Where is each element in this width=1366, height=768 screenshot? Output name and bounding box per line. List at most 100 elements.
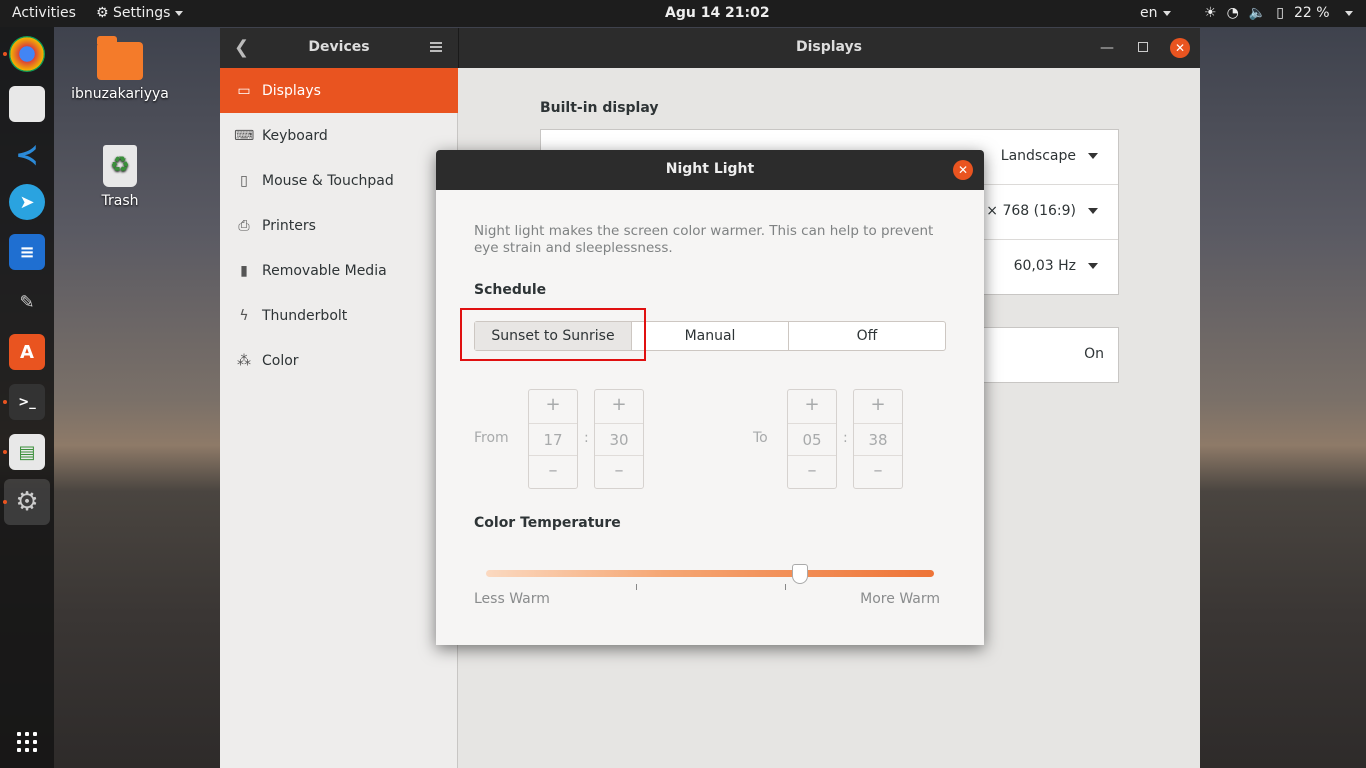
to-label: To: [753, 430, 768, 446]
to-minute-spinner[interactable]: + 38 –: [853, 389, 903, 489]
sidebar-title: Devices: [308, 39, 370, 55]
keyboard-icon: ⌨: [234, 127, 255, 144]
dialog-header: Night Light ✕: [436, 150, 984, 190]
sidebar-item-label: Printers: [262, 217, 316, 234]
decrement-button[interactable]: –: [529, 460, 577, 481]
terminal-icon[interactable]: >_: [9, 384, 45, 420]
mouse-icon: ▯: [240, 172, 248, 189]
increment-button[interactable]: +: [529, 394, 577, 415]
decrement-button[interactable]: –: [788, 460, 836, 481]
close-window-button[interactable]: ✕: [1170, 38, 1190, 58]
printer-icon: ⎙: [238, 217, 250, 234]
schedule-manual-button[interactable]: Manual: [632, 322, 789, 350]
more-warm-label: More Warm: [860, 591, 940, 607]
dock: ≺ ➤ ≡ ✎ A >_ ▤ ⚙: [0, 27, 54, 768]
running-indicator: [3, 52, 7, 56]
gimp-icon[interactable]: ✎: [9, 284, 45, 320]
app-menu-settings[interactable]: ⚙ Settings: [96, 0, 184, 27]
orientation-value: Landscape: [1000, 148, 1076, 164]
color-icon: ⁂: [237, 352, 251, 369]
refresh-rate-value: 60,03 Hz: [1013, 258, 1076, 274]
vscode-icon[interactable]: ≺: [9, 136, 45, 172]
window-header: ❮ Devices Displays — ✕: [220, 28, 1200, 68]
sidebar-item-mouse-touchpad[interactable]: ▯ Mouse & Touchpad: [220, 158, 458, 203]
sidebar-item-thunderbolt[interactable]: ϟ Thunderbolt: [220, 293, 458, 338]
dialog-title: Night Light: [665, 161, 755, 177]
sidebar-item-color[interactable]: ⁂ Color: [220, 338, 458, 383]
sidebar-item-label: Removable Media: [262, 262, 387, 279]
to-hour-spinner[interactable]: + 05 –: [787, 389, 837, 489]
running-indicator: [3, 500, 7, 504]
settings-dock-icon[interactable]: ⚙: [4, 479, 50, 525]
folder-icon: [97, 36, 143, 80]
chevron-down-icon: [1344, 11, 1353, 16]
increment-button[interactable]: +: [854, 394, 902, 415]
close-dialog-button[interactable]: ✕: [953, 160, 973, 180]
usb-icon: ▮: [240, 262, 248, 279]
show-applications-icon[interactable]: [17, 732, 37, 752]
slider-handle[interactable]: [792, 564, 808, 584]
slider-tick: [785, 584, 786, 590]
night-light-status: On: [1084, 346, 1104, 362]
running-indicator: [3, 400, 7, 404]
dropdown-arrow-icon: [1088, 208, 1098, 214]
dropdown-arrow-icon: [1088, 263, 1098, 269]
brightness-icon: ☀: [1204, 5, 1217, 21]
app-menu-label: Settings: [113, 5, 171, 21]
chevron-down-icon: [1162, 10, 1171, 16]
language-label: en: [1140, 5, 1158, 21]
sidebar-item-label: Color: [262, 352, 299, 369]
thunderbolt-icon: ϟ: [239, 307, 249, 324]
clock[interactable]: Agu 14 21:02: [665, 0, 770, 27]
minimize-button[interactable]: —: [1100, 40, 1114, 56]
sidebar-item-label: Displays: [262, 82, 321, 99]
page-title: Displays: [795, 39, 863, 55]
sidebar-item-label: Thunderbolt: [262, 307, 348, 324]
gear-icon: ⚙: [96, 5, 109, 21]
sidebar-item-removable-media[interactable]: ▮ Removable Media: [220, 248, 458, 293]
increment-button[interactable]: +: [595, 394, 643, 415]
desktop-trash[interactable]: ♻ Trash: [65, 145, 175, 209]
telegram-icon[interactable]: ➤: [9, 184, 45, 220]
sidebar-item-keyboard[interactable]: ⌨ Keyboard: [220, 113, 458, 158]
sidebar-item-label: Keyboard: [262, 127, 328, 144]
system-tray[interactable]: ☀ ◔ 🔈 ▯ 22 %: [1204, 0, 1353, 27]
decrement-button[interactable]: –: [854, 460, 902, 481]
from-minute-value[interactable]: 30: [595, 423, 643, 456]
sidebar-item-printers[interactable]: ⎙ Printers: [220, 203, 458, 248]
language-indicator[interactable]: en: [1140, 0, 1171, 27]
decrement-button[interactable]: –: [595, 460, 643, 481]
from-hour-value[interactable]: 17: [529, 423, 577, 456]
dialog-description: Night light makes the screen color warme…: [474, 223, 934, 256]
from-minute-spinner[interactable]: + 30 –: [594, 389, 644, 489]
from-hour-spinner[interactable]: + 17 –: [528, 389, 578, 489]
running-indicator: [3, 450, 7, 454]
night-light-dialog: Night Light ✕ Night light makes the scre…: [436, 150, 984, 645]
sidebar-item-displays[interactable]: ▭ Displays: [220, 68, 458, 113]
to-hour-value[interactable]: 05: [788, 423, 836, 456]
system-monitor-icon[interactable]: ▤: [9, 434, 45, 470]
top-bar: Activities ⚙ Settings Agu 14 21:02 en ☀ …: [0, 0, 1366, 27]
trash-label: Trash: [101, 193, 139, 209]
desktop-home-folder[interactable]: ibnuzakariyya: [65, 36, 175, 102]
maximize-button[interactable]: [1138, 42, 1148, 52]
to-minute-value[interactable]: 38: [854, 423, 902, 456]
chrome-icon[interactable]: [9, 36, 45, 72]
activities-button[interactable]: Activities: [12, 0, 76, 27]
increment-button[interactable]: +: [788, 394, 836, 415]
color-temperature-label: Color Temperature: [474, 515, 621, 531]
hamburger-menu-icon[interactable]: [430, 42, 442, 52]
writer-icon[interactable]: ≡: [9, 234, 45, 270]
schedule-off-button[interactable]: Off: [789, 322, 945, 350]
chevron-down-icon: [175, 10, 184, 16]
volume-icon: 🔈: [1248, 5, 1267, 21]
color-temperature-slider[interactable]: [486, 570, 934, 577]
less-warm-label: Less Warm: [474, 591, 550, 607]
sidebar-item-label: Mouse & Touchpad: [262, 172, 394, 189]
software-center-icon[interactable]: A: [9, 334, 45, 370]
display-icon: ▭: [237, 82, 251, 99]
battery-percent: 22 %: [1293, 5, 1330, 21]
home-folder-label: ibnuzakariyya: [71, 86, 169, 102]
files-icon[interactable]: [9, 86, 45, 122]
battery-icon: ▯: [1276, 5, 1284, 21]
